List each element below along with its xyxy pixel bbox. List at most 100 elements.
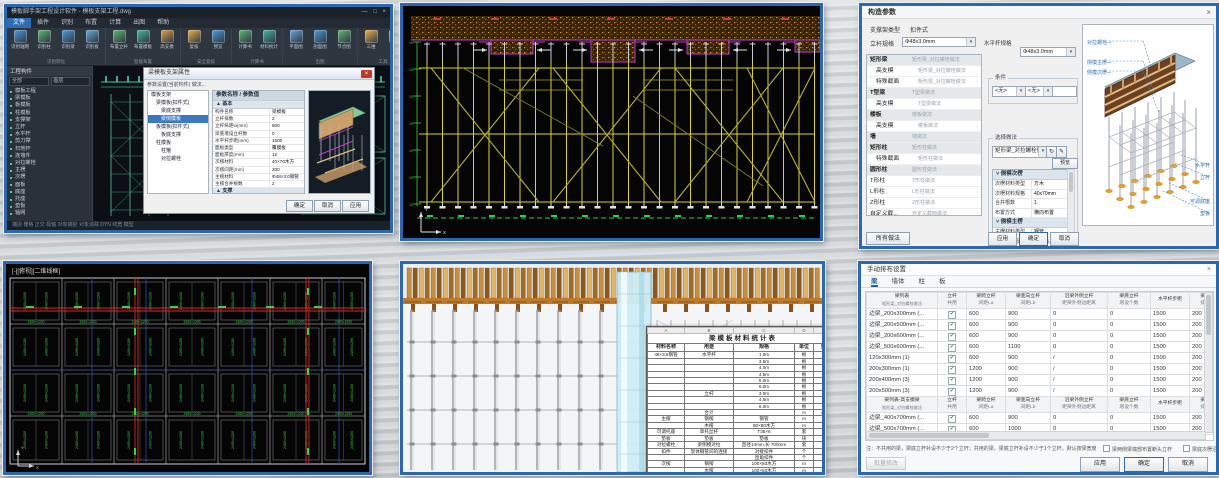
palette-item[interactable]: 轴网 [7,210,92,217]
all-methods-button[interactable]: 所有做法 [866,232,910,245]
prop-row[interactable]: 次楞间距(mm)200 [213,167,304,174]
dialog-button[interactable]: 应用 [988,232,1017,246]
method-list-row[interactable]: 矩形柱矩形柱做法 [867,143,981,154]
menu-tab[interactable]: 计算 [103,18,127,28]
checkbox-joist-dir[interactable]: 梁底次楞沿梁宽布置 [1183,445,1219,453]
shared-pole-checkbox[interactable]: ✔ [948,366,956,374]
table-row[interactable]: 边梁_200x300mm (...✔6009000015002002 [867,309,1215,320]
palette-item[interactable]: 连墙件 [7,153,92,160]
prop-row[interactable]: 构件名称梁模板 [213,109,304,116]
prop-row[interactable]: 次楞材料类型方木 ▾ [993,180,1071,190]
table-row[interactable]: 边梁_200x600mm (...✔6009000015002004 [867,331,1215,342]
close-icon[interactable]: × [361,70,372,78]
tree-item[interactable]: 板底支撑 [148,131,208,139]
shared-pole-checkbox[interactable]: ✔ [948,415,956,423]
ribbon-button[interactable]: 布置模板 [132,29,154,58]
method-list-row[interactable]: 特殊截面矩形梁_对拉螺栓做法 [867,77,981,88]
tree-item[interactable]: 模板支架 [148,91,208,99]
tree-item[interactable]: 梁模板(扣件式) [148,99,208,107]
condition-select-2[interactable]: <无>▾ [1025,86,1053,97]
method-list-row[interactable]: 圆形柱圆形柱做法 [867,165,981,176]
dialog-button[interactable]: 确定 [1019,232,1048,246]
palette-item[interactable]: 剪刀撑 [7,138,92,145]
table-row[interactable]: 200x400mm (3)✔1200900/015002002 [867,375,1215,386]
menu-tab[interactable]: 识别 [55,18,79,28]
prop-row[interactable]: 梁底增设立杆数0 [213,131,304,138]
shared-pole-checkbox[interactable]: ✔ [948,344,956,352]
table-row[interactable]: 200x500mm (3)✔1200900/015002002 [867,386,1215,397]
dialog-button[interactable]: 取消 [1050,232,1079,246]
menu-tab[interactable]: 出图 [127,18,151,28]
method-list-row[interactable]: 高支模矩形梁_对拉螺栓做法 [867,66,981,77]
prop-row[interactable]: 合并根数2 ▾ [993,247,1071,249]
dialog-3d-preview[interactable] [308,90,371,194]
method-list-row[interactable]: 高支模楼板做法 [867,121,981,132]
prop-row[interactable]: 面板类型覆膜板 [213,145,304,152]
dialog-button[interactable]: 确定 [286,200,313,212]
ledger-spec-select[interactable]: Φ48x3.0mm▾ [1020,47,1076,57]
table-row[interactable]: 边梁_500x600mm (...✔60011000015002002 [867,342,1215,353]
prop-row[interactable]: 布置方式横向布置 ▾ [993,209,1071,219]
panel-cad-elevation[interactable]: 15151515151515YX [400,3,823,241]
close-icon[interactable]: × [1206,6,1211,19]
method-list-row[interactable]: 特殊截面矩形柱做法 [867,154,981,165]
condition-input[interactable] [1052,86,1077,97]
dialog-button[interactable]: 取消 [314,200,341,212]
shared-pole-checkbox[interactable]: ✔ [948,333,956,341]
palette-filter-a[interactable]: 全部 [9,77,49,86]
shared-pole-checkbox[interactable]: ✔ [948,311,956,319]
prop-row[interactable]: 立杆纵距la(mm)600 [213,123,304,130]
menu-tab[interactable]: 插件 [31,18,55,28]
method-list-row[interactable]: Z形柱Z形柱做法 [867,198,981,209]
checkbox-end-pole[interactable]: 梁两侧梁端部布置断头立杆 [1103,445,1172,453]
prop-row[interactable]: 面板厚度(mm)12 [213,152,304,159]
batch-edit-button[interactable]: 批量修改 [866,457,906,470]
ribbon-button[interactable]: 节点图 [333,29,355,58]
pole-spec-select[interactable]: Φ48x3.0mm▾ [902,37,976,47]
prop-row[interactable]: 次楞材料规格40x70mm ▾ [993,190,1071,200]
palette-filter-b[interactable]: 图层 [51,77,91,86]
table-row[interactable]: 边梁_400x700mm (...✔6009000015002002 [867,413,1215,424]
dialog-button[interactable]: 取消 [1168,457,1208,472]
window-controls[interactable]: — □ × [362,7,388,18]
tab-2[interactable]: 柱 [919,276,926,287]
ribbon-button[interactable]: 复核 [183,29,205,58]
ribbon-button[interactable]: 识别梁 [57,29,79,58]
method-list-row[interactable]: 矩形梁矩形梁_对拉螺栓做法 [867,55,981,66]
prop-row[interactable]: 水平杆步距(mm)1500 [213,138,304,145]
dialog-button[interactable]: 应用 [342,200,369,212]
scrollbar-horizontal[interactable] [866,431,1206,440]
ribbon-button[interactable]: 剖面图 [309,29,331,58]
ribbon-button[interactable]: 预览 [207,29,229,58]
prop-row[interactable]: 立杆排数2 [213,116,304,123]
tree-item[interactable]: 柱箍 [148,147,208,155]
tree-item[interactable]: 梁侧模板 [148,115,208,123]
prop-row[interactable]: 主楞材料Φ48×3.0钢管 [213,174,304,181]
edit-icon[interactable]: ✎ [1056,146,1067,158]
palette-item[interactable]: 次楞 [7,174,92,181]
ribbon-button[interactable]: 计算书 [234,29,256,58]
ribbon-button[interactable]: 识别柱 [33,29,55,58]
palette-item[interactable]: 板模板 [7,102,92,109]
tree-item[interactable]: 梁底支撑 [148,107,208,115]
tree-item[interactable]: 柱模板 [148,139,208,147]
shared-pole-checkbox[interactable]: ✔ [948,377,956,385]
condition-select-1[interactable]: <无>▾ [992,86,1026,97]
close-icon[interactable]: × [1207,264,1211,276]
tree-item[interactable]: 板模板(扣件式) [148,123,208,131]
panel-cad-plan[interactable]: [-][俯视][二维线框]2400×12002400×12002400×1200… [3,261,372,475]
method-list-row[interactable]: 楼板楼板做法 [867,110,981,121]
tree-item[interactable]: 对拉螺栓 [148,155,208,163]
shared-pole-checkbox[interactable]: ✔ [948,322,956,330]
ribbon-button[interactable]: 布置立杆 [108,29,130,58]
method-list-row[interactable]: 高支模T型梁做法 [867,99,981,110]
scrollbar-vertical[interactable] [1204,292,1213,433]
palette-item[interactable]: 面板 [7,182,92,189]
method-list-row[interactable]: T形柱T形柱做法 [867,176,981,187]
method-list-row[interactable]: 自定义截...自定义截面做法 [867,209,981,216]
palette-item[interactable]: 支撑架 [7,117,92,124]
tab-1[interactable]: 墙体 [892,276,905,287]
table-row[interactable]: 边梁_200x500mm (...✔6009000015002002 [867,320,1215,331]
ribbon-button[interactable]: 高支模 [156,29,178,58]
ribbon-button[interactable]: 三维 [360,29,382,58]
